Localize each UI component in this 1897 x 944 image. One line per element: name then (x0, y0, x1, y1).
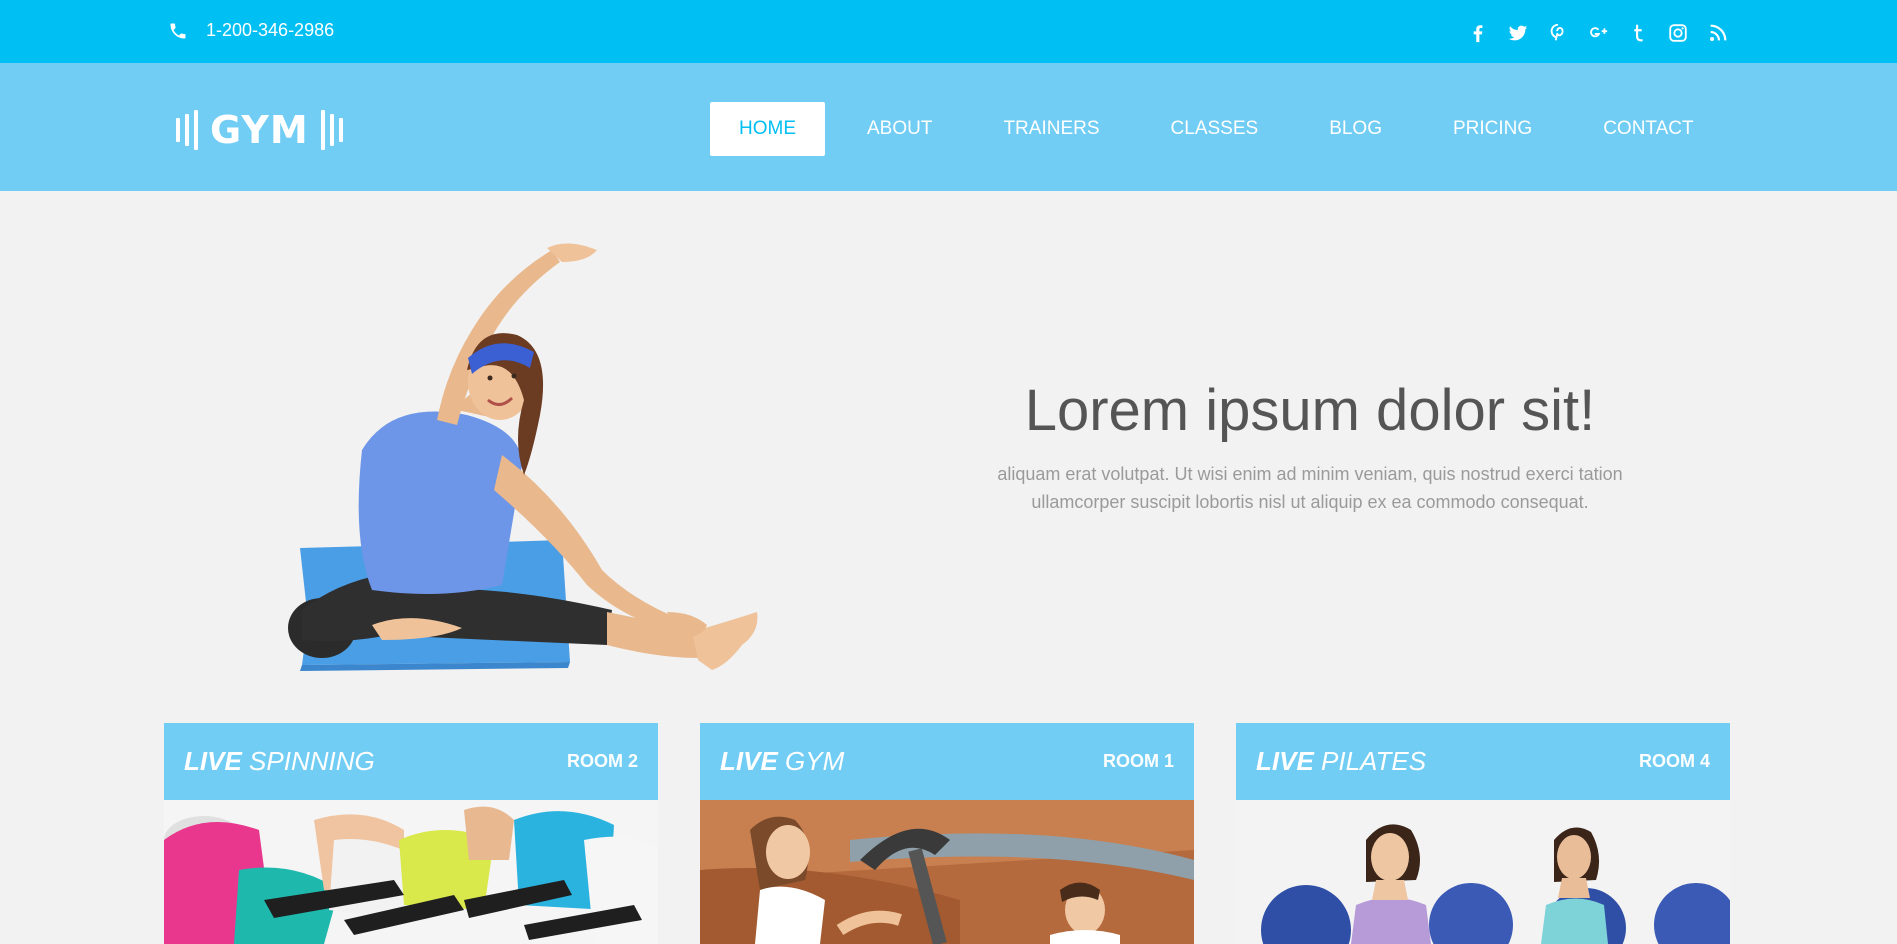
card-title: LIVE PILATES (1256, 746, 1426, 777)
nav-blog[interactable]: BLOG (1300, 102, 1411, 156)
main-navbar: GYM HOME ABOUT TRAINERS CLASSES BLOG PRI… (0, 63, 1897, 191)
rss-icon[interactable] (1707, 21, 1729, 45)
class-card-pilates[interactable]: LIVE PILATES ROOM 4 (1236, 723, 1730, 944)
card-room: ROOM 2 (566, 751, 638, 771)
twitter-icon[interactable] (1507, 21, 1529, 45)
nav-contact[interactable]: CONTACT (1574, 102, 1722, 156)
card-header: LIVE SPINNING ROOM 2 (164, 723, 658, 800)
hero-yoga-image (288, 243, 758, 671)
google-plus-icon[interactable] (1587, 21, 1609, 45)
card-header: LIVE GYM ROOM 1 (700, 723, 1194, 800)
nav-trainers[interactable]: TRAINERS (974, 102, 1128, 156)
instagram-icon[interactable] (1667, 21, 1689, 45)
nav-pricing[interactable]: PRICING (1424, 102, 1561, 156)
card-title: LIVE SPINNING (184, 746, 375, 777)
logo-text: GYM (210, 108, 309, 152)
nav-home[interactable]: HOME (710, 102, 825, 156)
spinning-class-image (164, 800, 658, 944)
pinterest-icon[interactable] (1547, 21, 1569, 45)
hero-subtitle: aliquam erat volutpat. Ut wisi enim ad m… (930, 460, 1690, 516)
logo-bars-left (176, 110, 198, 150)
nav-classes[interactable]: CLASSES (1142, 102, 1288, 156)
card-class-name: SPINNING (249, 746, 375, 776)
phone-contact[interactable]: 1-200-346-2986 (168, 20, 334, 41)
gym-class-image (700, 800, 1194, 944)
hero-subtitle-line-2: ullamcorper suscipit lobortis nisl ut al… (1031, 492, 1589, 512)
hero-title: Lorem ipsum dolor sit! (1024, 378, 1596, 443)
logo-bars-right (320, 110, 343, 150)
hero-text-block: Lorem ipsum dolor sit! aliquam erat volu… (930, 378, 1690, 516)
top-bar: 1-200-346-2986 (0, 0, 1897, 63)
main-menu: HOME ABOUT TRAINERS CLASSES BLOG PRICING… (710, 102, 1736, 156)
card-room: ROOM 1 (1102, 751, 1174, 771)
nav-about[interactable]: ABOUT (838, 102, 961, 156)
pilates-class-image (1236, 800, 1730, 944)
social-links (1467, 21, 1729, 45)
card-live-label: LIVE (1256, 746, 1314, 776)
card-class-name: PILATES (1321, 746, 1427, 776)
card-title: LIVE GYM (720, 746, 844, 777)
gym-logo[interactable]: GYM (176, 110, 343, 150)
facebook-icon[interactable] (1467, 21, 1489, 45)
phone-number: 1-200-346-2986 (206, 20, 335, 40)
hero-subtitle-line-1: aliquam erat volutpat. Ut wisi enim ad m… (997, 464, 1623, 484)
card-live-label: LIVE (720, 746, 778, 776)
card-class-name: GYM (785, 746, 845, 776)
tumblr-icon[interactable] (1627, 21, 1649, 45)
phone-icon (170, 23, 186, 38)
card-live-label: LIVE (184, 746, 242, 776)
class-card-gym[interactable]: LIVE GYM ROOM 1 (700, 723, 1194, 944)
live-class-cards: LIVE SPINNING ROOM 2 LIVE GYM ROOM 1 LIV… (164, 723, 1730, 944)
card-room: ROOM 4 (1638, 751, 1710, 771)
class-card-spinning[interactable]: LIVE SPINNING ROOM 2 (164, 723, 658, 944)
card-header: LIVE PILATES ROOM 4 (1236, 723, 1730, 800)
